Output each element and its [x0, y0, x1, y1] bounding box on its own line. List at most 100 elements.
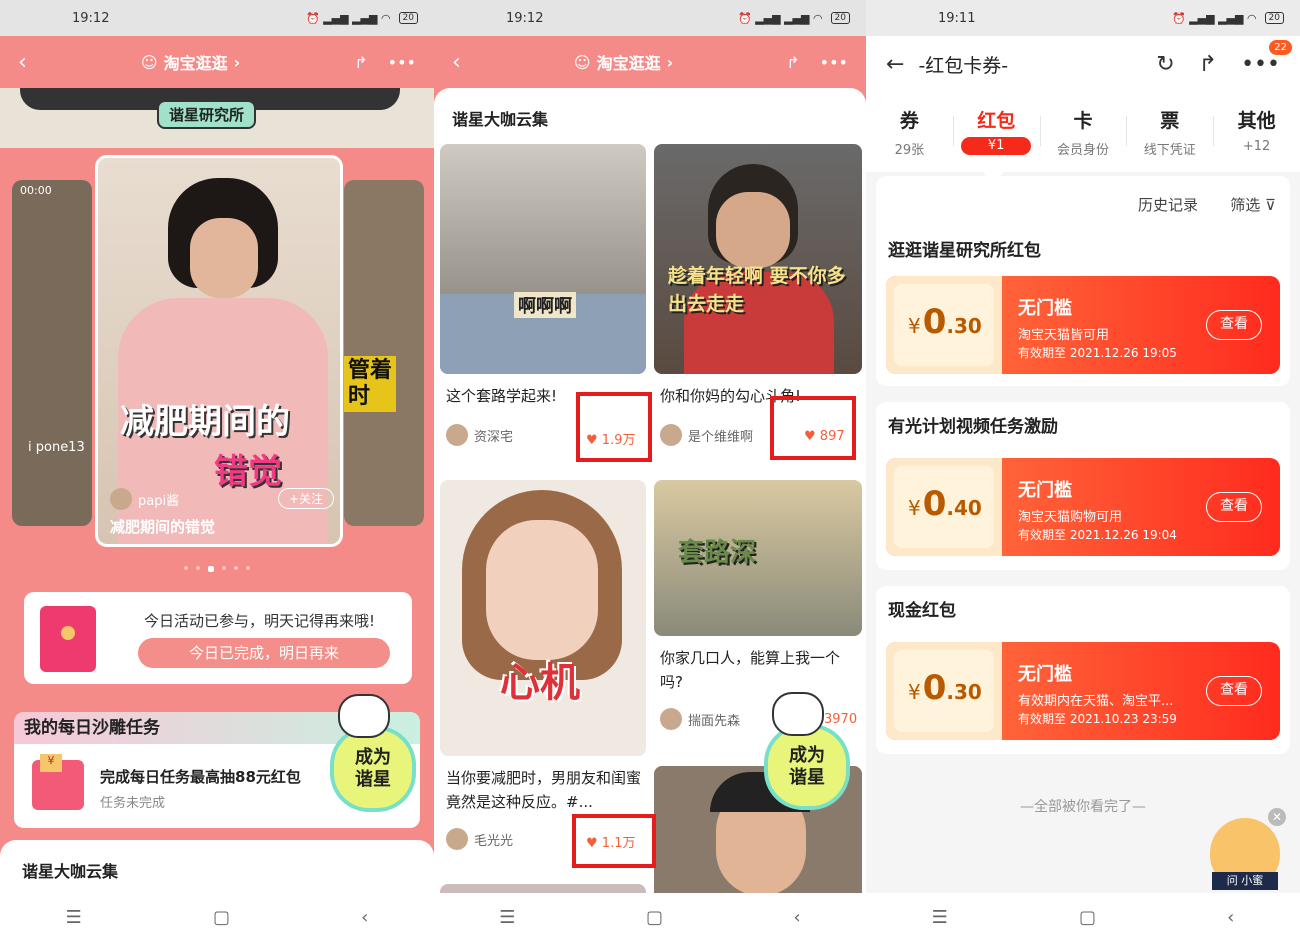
highlight-box — [576, 392, 652, 462]
coupon-desc: 有效期内在天猫、淘宝平... — [1018, 694, 1174, 709]
video-overlay-text: 趁着年轻啊 要不你多出去走走 — [668, 265, 846, 315]
video-author-row[interactable]: 揣面先森 — [660, 708, 740, 730]
coupon-stack-icon: ¥ — [32, 754, 84, 810]
tab-red-packet[interactable]: 红包 ¥1 — [952, 92, 1040, 172]
video-card-left[interactable]: 00:00 i pone13 — [12, 180, 92, 526]
section-title: 有光计划视频任务激励 — [888, 417, 1058, 437]
video-thumb[interactable]: 趁着年轻啊 要不你多出去走走 — [654, 144, 862, 374]
home-icon[interactable]: ▢ — [1079, 907, 1096, 928]
share-icon[interactable]: ↱ — [786, 53, 799, 72]
avatar — [446, 424, 468, 446]
section-title: 谐星大咖云集 — [452, 110, 549, 129]
tab-label: 票 — [1160, 110, 1180, 132]
back-nav-icon[interactable]: ‹ — [1227, 907, 1234, 928]
video-title[interactable]: 当你要减肥时，男朋友和闺蜜竟然是这种反应。#... — [446, 766, 642, 814]
avatar — [660, 708, 682, 730]
done-button[interactable]: 今日已完成，明日再来 — [138, 638, 390, 668]
view-button[interactable]: 查看 — [1206, 492, 1262, 522]
home-icon[interactable]: ▢ — [646, 907, 663, 928]
left-card-text: i pone13 — [28, 440, 85, 455]
video-author-row[interactable]: 毛光光 — [446, 828, 513, 850]
amount-dec: .30 — [946, 680, 982, 704]
video-title[interactable]: 这个套路学起来! — [446, 384, 557, 408]
right-card-text: 管着时 — [344, 356, 396, 412]
tab-coupon[interactable]: 券 29张 — [866, 92, 953, 172]
like-count[interactable]: 3970 — [824, 712, 857, 727]
tab-sub: ¥1 — [961, 137, 1032, 155]
menu-icon[interactable]: ☰ — [932, 907, 948, 928]
chevron-right-icon: › — [233, 52, 241, 72]
red-envelope-icon — [40, 606, 96, 672]
highlight-box — [572, 814, 656, 868]
follow-button[interactable]: +关注 — [278, 488, 335, 509]
badge-line1: 成为 — [789, 745, 825, 766]
video-author-row[interactable]: 是个维维啊 — [660, 424, 753, 446]
status-icons: ⏰ ▂▄▆ ▂▄▆ ◠ 20 — [738, 12, 850, 25]
more-icon[interactable]: ••• — [388, 53, 416, 72]
badge-line1: 成为 — [355, 747, 391, 768]
coupon-expiry: 有效期至 2021.12.26 19:04 — [1018, 528, 1177, 542]
become-star-badge[interactable]: 成为 谐星 — [330, 726, 416, 812]
assistant-mascot[interactable]: 问 小蜜 — [1210, 818, 1280, 890]
currency-symbol: ¥ — [908, 680, 921, 704]
coupon-amount-area: ¥0.30 — [886, 276, 1002, 374]
share-icon[interactable]: ↱ — [1199, 52, 1217, 77]
phone-panel-taobao-guangguang: 19:12 ⏰ ▂▄▆ ▂▄▆ ◠ 20 ‹ ☺ 淘宝逛逛 › ↱ ••• 第四… — [0, 0, 434, 941]
tab-other[interactable]: 其他 +12 — [1213, 92, 1300, 172]
brand-link[interactable]: ☺ 淘宝逛逛 › — [141, 50, 240, 74]
view-button[interactable]: 查看 — [1206, 676, 1262, 706]
video-author: 资深宅 — [474, 429, 514, 445]
refresh-icon[interactable]: ↻ — [1156, 52, 1174, 77]
back-arrow-icon[interactable]: ← — [886, 52, 904, 77]
back-icon[interactable]: ‹ — [18, 50, 27, 75]
coupon-amount-area: ¥0.30 — [886, 642, 1002, 740]
done-text: 今日活动已参与，明天记得再来哦! — [144, 612, 376, 630]
menu-icon[interactable]: ☰ — [66, 907, 82, 928]
more-icon[interactable]: ••• — [820, 53, 848, 72]
video-thumb[interactable]: 啊啊啊 — [440, 144, 646, 374]
amount-dec: .40 — [946, 496, 982, 520]
coupon-amount: ¥0.40 — [908, 484, 982, 524]
video-author-row[interactable]: 资深宅 — [446, 424, 513, 446]
home-icon[interactable]: ▢ — [213, 907, 230, 928]
tab-ticket[interactable]: 票线下凭证 — [1126, 92, 1213, 172]
tab-card[interactable]: 卡会员身份 — [1039, 92, 1127, 172]
video-thumb[interactable]: 套路深 — [654, 480, 862, 636]
status-time: 19:12 — [506, 10, 544, 26]
coupon-card[interactable]: ¥0.30 无门槛 淘宝天猫皆可用 有效期至 2021.12.26 19:05 … — [886, 276, 1280, 374]
coupon-card[interactable]: ¥0.30 无门槛 有效期内在天猫、淘宝平... 有效期至 2021.10.23… — [886, 642, 1280, 740]
status-bar: 19:11 ⏰ ▂▄▆ ▂▄▆ ◠ 20 — [866, 0, 1300, 36]
amount-int: 0 — [922, 668, 947, 708]
video-author: 毛光光 — [474, 833, 514, 849]
tab-sub: +12 — [1242, 139, 1271, 154]
history-link[interactable]: 历史记录 — [1138, 194, 1198, 215]
currency-symbol: ¥ — [908, 496, 921, 520]
video-thumb[interactable]: 心机 — [440, 480, 646, 756]
status-bar: 19:12 ⏰ ▂▄▆ ▂▄▆ ◠ 20 — [0, 0, 434, 36]
card-overlay-highlight: 错觉 — [214, 452, 282, 492]
back-icon[interactable]: ‹ — [452, 50, 461, 75]
brand-link[interactable]: ☺ 淘宝逛逛 › — [574, 50, 673, 74]
video-card-right[interactable]: 管着时 — [344, 180, 424, 526]
page-title: -红包卡券- — [918, 54, 1009, 77]
filter-button[interactable]: 筛选 ⊽ — [1230, 194, 1276, 215]
back-nav-icon[interactable]: ‹ — [794, 907, 801, 928]
coupon-section: 现金红包 ¥0.30 无门槛 有效期内在天猫、淘宝平... 有效期至 2021.… — [876, 586, 1290, 754]
coupon-card[interactable]: ¥0.40 无门槛 淘宝天猫购物可用 有效期至 2021.12.26 19:04… — [886, 458, 1280, 556]
video-time: 00:00 — [20, 184, 52, 197]
phone-panel-video-feed: 19:12 ⏰ ▂▄▆ ▂▄▆ ◠ 20 ‹ ☺ 淘宝逛逛 › ↱ ••• 谐星… — [434, 0, 866, 941]
video-thumb[interactable] — [440, 884, 646, 893]
view-button[interactable]: 查看 — [1206, 310, 1262, 340]
share-icon[interactable]: ↱ — [354, 53, 367, 72]
more-icon[interactable]: ••• 22 — [1241, 39, 1292, 77]
card-author[interactable]: papi酱 — [138, 490, 179, 509]
video-title[interactable]: 你家几口人，能算上我一个吗? — [660, 646, 856, 694]
currency-symbol: ¥ — [908, 314, 921, 338]
menu-icon[interactable]: ☰ — [499, 907, 515, 928]
assistant-label: 问 小蜜 — [1212, 872, 1278, 890]
video-card-main[interactable]: 减肥期间的 错觉 papi酱 +关注 减肥期间的错觉 — [95, 155, 343, 547]
close-icon[interactable]: ✕ — [1268, 808, 1286, 826]
back-nav-icon[interactable]: ‹ — [361, 907, 368, 928]
become-star-badge[interactable]: 成为 谐星 — [764, 724, 850, 810]
mascot-icon — [772, 692, 824, 736]
